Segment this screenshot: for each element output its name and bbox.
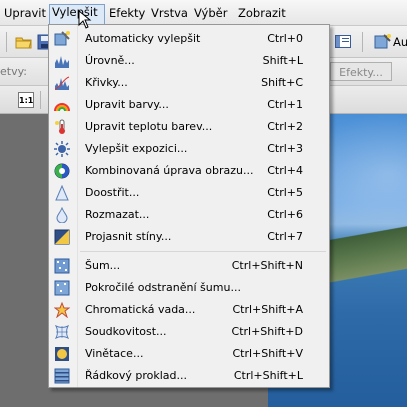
menu-vylepsit[interactable]: Vylepšit [49, 4, 105, 24]
barrel-icon [54, 324, 70, 340]
menu-item-label: Chromatická vada... [85, 303, 196, 316]
menu-item-shortcut: Ctrl+4 [267, 164, 303, 177]
menu-upravit[interactable]: Upravit [2, 5, 48, 22]
menu-item-shortcut: Shift+L [262, 54, 303, 67]
menu-item-noise[interactable]: Šum... Ctrl+Shift+N [51, 255, 327, 277]
star-icon [53, 301, 71, 319]
menu-item-advanced-noise-removal[interactable]: Pokročilé odstranění šumu... [51, 277, 327, 299]
menu-vyber-label: Výběr [194, 6, 228, 20]
menu-item-shortcut: Ctrl+5 [267, 186, 303, 199]
menu-item-auto-enhance[interactable]: Automaticky vylepšit Ctrl+0 [51, 28, 327, 50]
menu-item-label: Křivky... [85, 76, 128, 89]
auto-enhance-icon [54, 31, 70, 47]
menu-vrstva-label: Vrstva [151, 6, 188, 20]
menu-item-color-temperature[interactable]: Upravit teplotu barev... Ctrl+2 [51, 116, 327, 138]
menu-item-label: Pokročilé odstranění šumu... [85, 281, 241, 294]
menu-item-shortcut: Ctrl+Shift+N [231, 259, 303, 272]
menu-item-shortcut: Ctrl+Shift+D [231, 325, 303, 338]
menu-separator [80, 251, 326, 252]
menu-item-shortcut: Ctrl+Shift+V [232, 347, 303, 360]
menu-item-blur[interactable]: Rozmazat... Ctrl+6 [51, 204, 327, 226]
vylepsit-dropdown-menu: Automaticky vylepšit Ctrl+0 Úrovně... Sh… [48, 24, 330, 388]
vignette-icon [54, 346, 70, 362]
menu-efekty-label: Efekty [109, 6, 146, 20]
menu-item-brighten-shadows[interactable]: Projasnit stíny... Ctrl+7 [51, 226, 327, 248]
display-icon[interactable] [334, 33, 352, 51]
menu-item-adjust-colors[interactable]: Upravit barvy... Ctrl+1 [51, 94, 327, 116]
menu-item-exposure[interactable]: Vylepšit expozici... Ctrl+3 [51, 138, 327, 160]
menu-item-label: Projasnit stíny... [85, 230, 172, 243]
menu-item-shortcut: Ctrl+7 [267, 230, 303, 243]
noise-icon [54, 258, 70, 274]
thermometer-icon [54, 119, 70, 135]
menu-item-label: Řádkový proklad... [85, 369, 187, 382]
menu-bar: Upravit Vylepšit Efekty Vrstva Výběr Zob… [0, 0, 407, 26]
menu-item-label: Úrovně... [85, 54, 135, 67]
menu-item-label: Kombinovaná úprava obrazu... [85, 164, 254, 177]
menu-item-combined-adjust[interactable]: Kombinovaná úprava obrazu... Ctrl+4 [51, 160, 327, 182]
menu-item-label: Doostřit... [85, 186, 140, 199]
menu-item-shortcut: Ctrl+Shift+A [232, 303, 303, 316]
contrast-icon [54, 163, 70, 179]
menu-vrstva[interactable]: Vrstva [149, 5, 190, 22]
auto-fix-icon[interactable] [374, 33, 392, 51]
menu-item-levels[interactable]: Úrovně... Shift+L [51, 50, 327, 72]
toolbar-separator [40, 91, 41, 109]
menu-item-label: Upravit teplotu barev... [85, 120, 213, 133]
menu-item-shortcut: Ctrl+Shift+L [233, 369, 303, 382]
menu-item-shortcut: Shift+C [261, 76, 303, 89]
auto-button-label[interactable]: Au [393, 35, 407, 49]
menu-item-label: Vylepšit expozici... [85, 142, 188, 155]
triangle-icon [54, 184, 70, 201]
curves-icon [54, 75, 70, 91]
menu-vyber[interactable]: Výběr [192, 5, 229, 22]
menu-item-chromatic-aberration[interactable]: Chromatická vada... Ctrl+Shift+A [51, 299, 327, 321]
menu-item-label: Automaticky vylepšit [85, 32, 201, 45]
options-label: etvy: [0, 65, 28, 78]
menu-efekty[interactable]: Efekty [107, 5, 147, 22]
menu-item-barrel-distortion[interactable]: Soudkovitost... Ctrl+Shift+D [51, 321, 327, 343]
sun-icon [54, 141, 70, 157]
menu-item-label: Vinětace... [85, 347, 144, 360]
menu-item-label: Upravit barvy... [85, 98, 169, 111]
toolbar-separator [362, 32, 363, 52]
zoom-actual-size-button[interactable]: 1:1 [18, 92, 34, 108]
menu-item-vignette[interactable]: Vinětace... Ctrl+Shift+V [51, 343, 327, 365]
menu-zobrazit-label: Zobrazit [238, 6, 286, 20]
menu-item-label: Soudkovitost... [85, 325, 167, 338]
open-folder-icon[interactable] [15, 33, 33, 51]
menu-item-label: Rozmazat... [85, 208, 150, 221]
interlace-icon [54, 368, 70, 384]
menu-item-shortcut: Ctrl+2 [267, 120, 303, 133]
mouse-cursor-icon [78, 9, 92, 30]
menu-item-label: Šum... [85, 259, 121, 272]
drop-icon [54, 206, 70, 224]
menu-upravit-label: Upravit [4, 6, 47, 20]
menu-item-shortcut: Ctrl+3 [267, 142, 303, 155]
shadows-icon [54, 229, 70, 245]
menu-item-curves[interactable]: Křivky... Shift+C [51, 72, 327, 94]
menu-item-shortcut: Ctrl+6 [267, 208, 303, 221]
advanced-noise-icon [54, 280, 70, 296]
toolbar-separator [6, 32, 7, 52]
menu-item-interlace[interactable]: Řádkový proklad... Ctrl+Shift+L [51, 365, 327, 387]
effects-button[interactable]: Efekty... [330, 62, 392, 81]
rainbow-icon [54, 97, 70, 113]
menu-item-shortcut: Ctrl+1 [267, 98, 303, 111]
levels-icon [54, 53, 70, 69]
menu-item-shortcut: Ctrl+0 [267, 32, 303, 45]
menu-item-sharpen[interactable]: Doostřit... Ctrl+5 [51, 182, 327, 204]
menu-zobrazit[interactable]: Zobrazit [236, 5, 288, 22]
